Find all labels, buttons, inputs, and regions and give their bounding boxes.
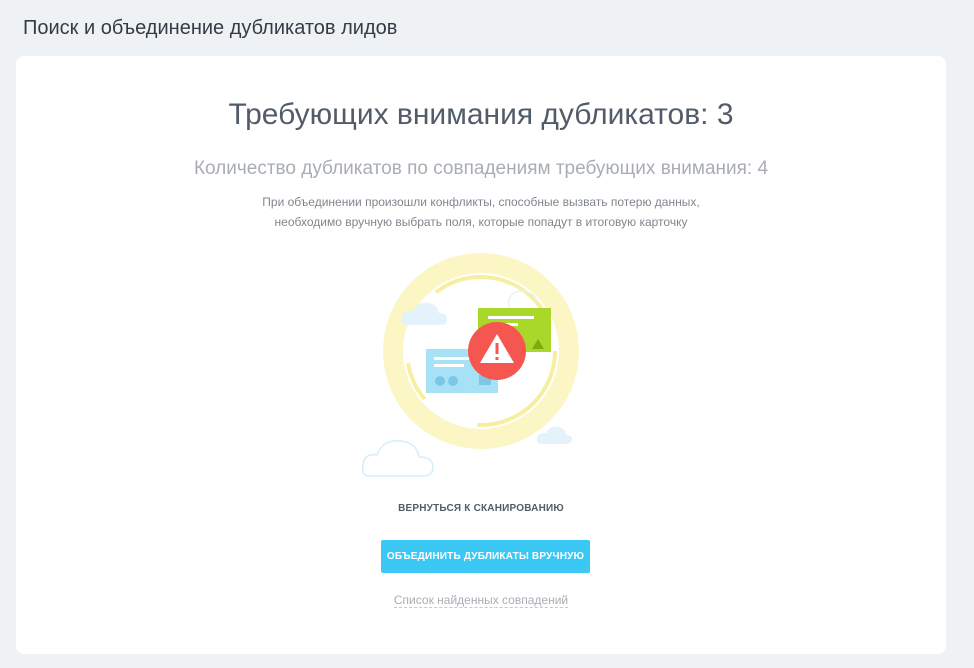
description-line-1: При объединении произошли конфликты, спо… bbox=[262, 195, 700, 209]
warning-icon bbox=[468, 322, 526, 380]
duplicates-headline: Требующих внимания дубликатов: 3 bbox=[228, 98, 734, 131]
page-title: Поиск и объединение дубликатов лидов bbox=[23, 17, 398, 39]
description-line-2: необходимо вручную выбрать поля, которые… bbox=[274, 215, 688, 229]
matches-list-container: Список найденных совпадений bbox=[16, 591, 946, 609]
merge-duplicates-manually-button[interactable]: ОБЪЕДИНИТЬ ДУБЛИКАТЫ ВРУЧНУЮ bbox=[381, 540, 590, 573]
cloud-icon bbox=[361, 440, 434, 477]
found-matches-list-link[interactable]: Список найденных совпадений bbox=[393, 593, 569, 608]
conflict-illustration bbox=[361, 253, 579, 477]
content-card: Требующих внимания дубликатов: 3 Количес… bbox=[16, 56, 946, 654]
duplicates-subheadline: Количество дубликатов по совпадениям тре… bbox=[193, 158, 769, 179]
cloud-icon bbox=[536, 426, 572, 444]
conflict-description: При объединении произошли конфликты, спо… bbox=[16, 192, 946, 232]
back-to-scan-link[interactable]: ВЕРНУТЬСЯ К СКАНИРОВАНИЮ bbox=[16, 503, 946, 514]
